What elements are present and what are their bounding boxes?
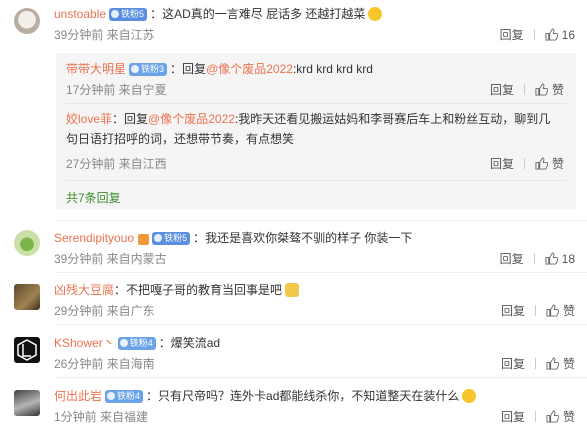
avatar[interactable] [14, 337, 40, 363]
like-button[interactable]: 赞 [535, 157, 564, 171]
comment-text: 爆笑流ad [170, 336, 221, 350]
comment-text: 不把嘎子哥的教育当回事是吧 [126, 283, 283, 297]
reply-meta: 27分钟前 来自江西 [66, 157, 167, 171]
thumbs-up-icon [546, 304, 559, 317]
fan-badge: 铁粉4 [117, 337, 156, 350]
like-button[interactable]: 赞 [546, 410, 575, 424]
comment-meta: 39分钟前 来自江苏 [54, 28, 155, 42]
thumbs-up-icon [545, 28, 558, 41]
username[interactable]: 凶残大豆腐 [54, 283, 114, 297]
comment-meta: 39分钟前 来自内蒙古 [54, 252, 167, 266]
like-button[interactable]: 赞 [546, 304, 575, 318]
like-button[interactable]: 16 [545, 28, 575, 42]
thumbs-up-icon [545, 252, 558, 265]
comment-text: 只有尺帝吗？连外卡ad都能线杀你，不知道整天在装什么 [158, 389, 460, 403]
fan-badge: 铁粉4 [105, 390, 144, 403]
reply-button[interactable]: 回复 [501, 357, 525, 371]
comment-text: 我还是喜欢你桀骜不驯的样子 你装一下 [205, 231, 413, 245]
comment-meta: 26分钟前 来自海南 [54, 357, 155, 371]
reply-button[interactable]: 回复 [501, 410, 525, 424]
reply-button[interactable]: 回复 [490, 157, 514, 171]
reply-text: :我昨天还看见搬运姑妈和李哥赛后车上和粉丝互动，聊到几 [234, 112, 551, 126]
crown-icon [138, 234, 150, 245]
sweat-emoji-icon [462, 389, 477, 403]
reply-button[interactable]: 回复 [500, 252, 524, 266]
avatar[interactable] [14, 390, 40, 416]
thumbs-up-icon [546, 357, 559, 370]
like-button[interactable]: 18 [545, 252, 575, 266]
reply-text: 句日语打招呼的词，还想带节奏，有点想笑 [66, 132, 295, 146]
comment-meta: 1分钟前 来自福建 [54, 410, 149, 424]
comment-item: 凶残大豆腐：不把嘎子哥的教育当回事是吧 29分钟前 来自广东 回复赞 [0, 276, 587, 324]
username[interactable]: unstoable [54, 7, 106, 21]
comment-item: Serendipityouo 铁粉5 ：我还是喜欢你桀骜不驯的样子 你装一下 39分… [0, 224, 587, 272]
reply-button[interactable]: 回复 [490, 83, 514, 97]
comment-item: KShower丶 铁粉4 ：爆笑流ad 26分钟前 来自海南 回复赞 [0, 329, 587, 377]
username[interactable]: 姣love菲 [66, 112, 112, 126]
fan-badge: 铁粉5 [152, 232, 191, 245]
username[interactable]: KShower丶 [54, 336, 115, 350]
comment-meta: 29分钟前 来自广东 [54, 304, 155, 318]
comment-item: 何出此岩 铁粉4 ：只有尺帝吗？连外卡ad都能线杀你，不知道整天在装什么 1分钟前 … [0, 382, 587, 431]
thumbs-up-icon [535, 157, 548, 170]
reply-prefix: 回复 [124, 112, 149, 126]
laugh-emoji-icon [368, 7, 383, 21]
username[interactable]: 何出此岩 [54, 389, 102, 403]
username[interactable]: 带带大明星 [66, 62, 126, 76]
fan-badge: 铁粉3 [129, 63, 168, 76]
reply-text: :krd krd krd krd [292, 62, 373, 76]
reply-meta: 17分钟前 来自宁夏 [66, 83, 167, 97]
avatar[interactable] [14, 284, 40, 310]
thumbs-up-icon [535, 83, 548, 96]
reply-prefix: 回复 [182, 62, 207, 76]
reply-button[interactable]: 回复 [501, 304, 525, 318]
fan-badge: 铁粉5 [109, 8, 148, 21]
reply-thread: 带带大明星 铁粉3 ：回复@像个废品2022:krd krd krd krd 17分… [56, 53, 576, 210]
linkin-park-logo-icon [17, 339, 37, 361]
comment-item: unstoable 铁粉5 ：这AD真的一言难尽 屁话多 还越打越菜 39分钟前 来… [0, 0, 587, 48]
more-replies-link[interactable]: 共7条回复 [66, 190, 121, 206]
like-button[interactable]: 赞 [546, 357, 575, 371]
reply-button[interactable]: 回复 [500, 28, 524, 42]
username[interactable]: Serendipityouo [54, 231, 134, 245]
mention-link[interactable]: @像个废品2022 [206, 62, 293, 76]
avatar[interactable] [14, 230, 40, 256]
thumbs-up-icon [546, 410, 559, 423]
cat-emoji-icon [285, 283, 300, 297]
comment-text: 这AD真的一言难尽 屁话多 还越打越菜 [162, 7, 366, 21]
avatar[interactable] [14, 8, 40, 34]
mention-link[interactable]: @像个废品2022 [148, 112, 235, 126]
like-button[interactable]: 赞 [535, 83, 564, 97]
